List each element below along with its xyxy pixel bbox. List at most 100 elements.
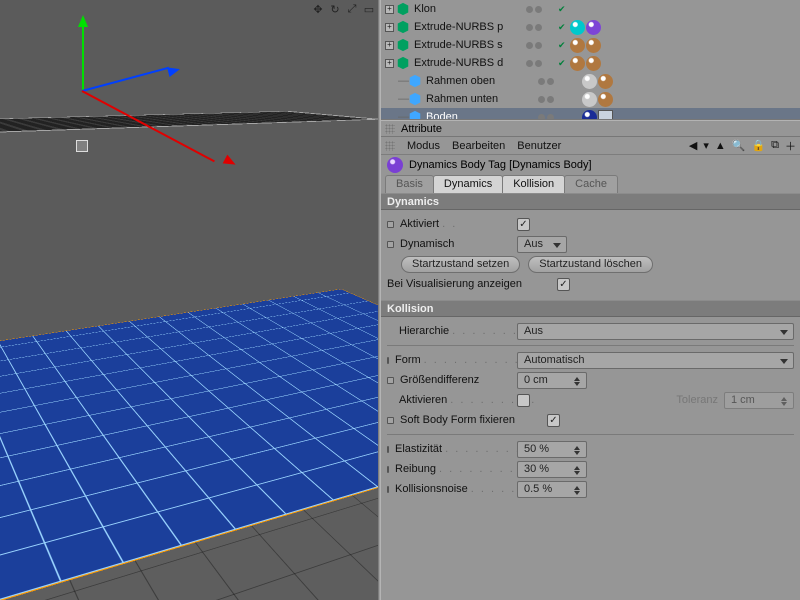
object-row[interactable]: + Extrude-NURBS s ✔ [381, 36, 800, 54]
vp-rotate-icon[interactable]: ↻ [328, 2, 342, 16]
keyframe-dot[interactable] [387, 377, 394, 384]
checkbox-aktiviert[interactable]: ✓ [517, 218, 530, 231]
material-ball-icon[interactable] [570, 56, 585, 71]
label-hierarchie: Hierarchie [399, 325, 449, 337]
object-doormat[interactable] [0, 111, 378, 135]
object-row[interactable]: —Rahmen oben [381, 72, 800, 90]
material-ball-icon[interactable] [570, 20, 585, 35]
tab-cache[interactable]: Cache [564, 175, 618, 193]
object-row[interactable]: + Klon ✔ [381, 0, 800, 18]
checkbox-softbody[interactable]: ✓ [547, 414, 560, 427]
object-name[interactable]: Extrude-NURBS s [412, 39, 524, 51]
menu-modus[interactable]: Modus [407, 140, 440, 152]
keyframe-dot[interactable] [387, 221, 394, 228]
tab-basis[interactable]: Basis [385, 175, 434, 193]
object-row[interactable]: —Rahmen unten [381, 90, 800, 108]
vp-move-icon[interactable]: ✥ [311, 2, 325, 16]
nav-history-icon[interactable]: ▾ [703, 139, 709, 152]
material-ball-icon[interactable] [582, 92, 597, 107]
visibility-dots[interactable] [538, 96, 568, 103]
material-tags[interactable] [582, 92, 613, 107]
material-ball-icon[interactable] [586, 20, 601, 35]
visibility-dots[interactable] [526, 42, 556, 49]
keyframe-dot[interactable] [387, 446, 389, 453]
visibility-dots[interactable] [526, 24, 556, 31]
lock-icon[interactable]: 🔒 [751, 139, 765, 152]
expand-icon[interactable]: + [385, 41, 394, 50]
expand-icon[interactable]: + [385, 23, 394, 32]
enabled-check-icon[interactable]: ✔ [558, 58, 568, 69]
visibility-dots[interactable] [526, 60, 556, 67]
enabled-check-icon[interactable]: ✔ [558, 22, 568, 33]
keyframe-dot[interactable] [387, 241, 394, 248]
btn-startzustand-setzen[interactable]: Startzustand setzen [401, 256, 520, 273]
input-elastizitaet[interactable]: 50 % [517, 441, 587, 458]
expand-icon[interactable]: + [385, 5, 394, 14]
tab-kollision[interactable]: Kollision [502, 175, 565, 193]
nav-up-icon[interactable]: ▲ [715, 140, 726, 152]
grip-icon[interactable] [385, 141, 395, 151]
axis-gizmo[interactable] [82, 90, 84, 92]
grip-icon[interactable] [385, 124, 395, 134]
material-ball-icon[interactable] [598, 74, 613, 89]
material-ball-icon[interactable] [598, 92, 613, 107]
input-reibung[interactable]: 30 % [517, 461, 587, 478]
material-ball-icon[interactable] [582, 74, 597, 89]
material-tag-icon[interactable] [598, 110, 613, 121]
material-tags[interactable] [570, 20, 601, 35]
menu-benutzer[interactable]: Benutzer [517, 140, 561, 152]
material-tags[interactable] [570, 38, 601, 53]
dropdown-dynamisch[interactable]: Aus [517, 236, 567, 253]
expand-icon[interactable]: + [385, 59, 394, 68]
vp-frame-icon[interactable]: ▭ [362, 2, 376, 16]
input-kollisionsnoise[interactable]: 0.5 % [517, 481, 587, 498]
object-row[interactable]: + Extrude-NURBS d ✔ [381, 54, 800, 72]
menu-bearbeiten[interactable]: Bearbeiten [452, 140, 505, 152]
object-name[interactable]: Klon [412, 3, 524, 15]
material-ball-icon[interactable] [586, 38, 601, 53]
material-ball-icon[interactable] [582, 110, 597, 121]
axis-origin[interactable] [76, 140, 88, 152]
search-icon[interactable]: 🔍 [732, 139, 746, 152]
viewport-3d[interactable]: ✥ ↻ ⤢ ▭ [0, 0, 378, 600]
nav-back-icon[interactable]: ◀ [689, 139, 697, 152]
dropdown-hierarchie[interactable]: Aus [517, 323, 794, 340]
add-icon[interactable]: ＋ [785, 138, 796, 154]
object-row[interactable]: + Extrude-NURBS p ✔ [381, 18, 800, 36]
tab-dynamics[interactable]: Dynamics [433, 175, 503, 193]
object-name[interactable]: Rahmen oben [424, 75, 536, 87]
vp-zoom-icon[interactable]: ⤢ [345, 2, 359, 16]
material-ball-icon[interactable] [570, 38, 585, 53]
section-kollision: Kollision [381, 300, 800, 317]
checkbox-visualisierung[interactable]: ✓ [557, 278, 570, 291]
keyframe-dot[interactable] [387, 357, 389, 364]
input-groessendifferenz[interactable]: 0 cm [517, 372, 587, 389]
keyframe-dot[interactable] [387, 466, 389, 473]
attr-header: Attribute [381, 120, 800, 137]
object-name[interactable]: Boden [424, 111, 536, 120]
material-tags[interactable] [582, 110, 613, 121]
enabled-check-icon[interactable]: ✔ [558, 4, 568, 15]
keyframe-dot[interactable] [387, 417, 394, 424]
dropdown-form[interactable]: Automatisch [517, 352, 794, 369]
newwin-icon[interactable]: ⧉ [771, 139, 779, 152]
object-row[interactable]: —Boden [381, 108, 800, 120]
axis-y[interactable] [82, 20, 84, 90]
generator-icon [396, 2, 410, 16]
attr-menubar: Modus Bearbeiten Benutzer ◀ ▾ ▲ 🔍 🔒 ⧉ ＋ [381, 137, 800, 155]
object-name[interactable]: Extrude-NURBS d [412, 57, 524, 69]
enabled-check-icon[interactable]: ✔ [558, 40, 568, 51]
visibility-dots[interactable] [526, 6, 556, 13]
object-name[interactable]: Extrude-NURBS p [412, 21, 524, 33]
object-name[interactable]: Rahmen unten [424, 93, 536, 105]
keyframe-dot[interactable] [387, 486, 389, 493]
btn-startzustand-loeschen[interactable]: Startzustand löschen [528, 256, 653, 273]
material-ball-icon[interactable] [586, 56, 601, 71]
material-tags[interactable] [582, 74, 613, 89]
checkbox-aktivieren[interactable] [517, 394, 530, 407]
material-tags[interactable] [570, 56, 601, 71]
generator-icon [396, 56, 410, 70]
visibility-dots[interactable] [538, 78, 568, 85]
label-visualisierung: Bei Visualisierung anzeigen [387, 278, 522, 290]
polygon-icon [408, 92, 422, 106]
